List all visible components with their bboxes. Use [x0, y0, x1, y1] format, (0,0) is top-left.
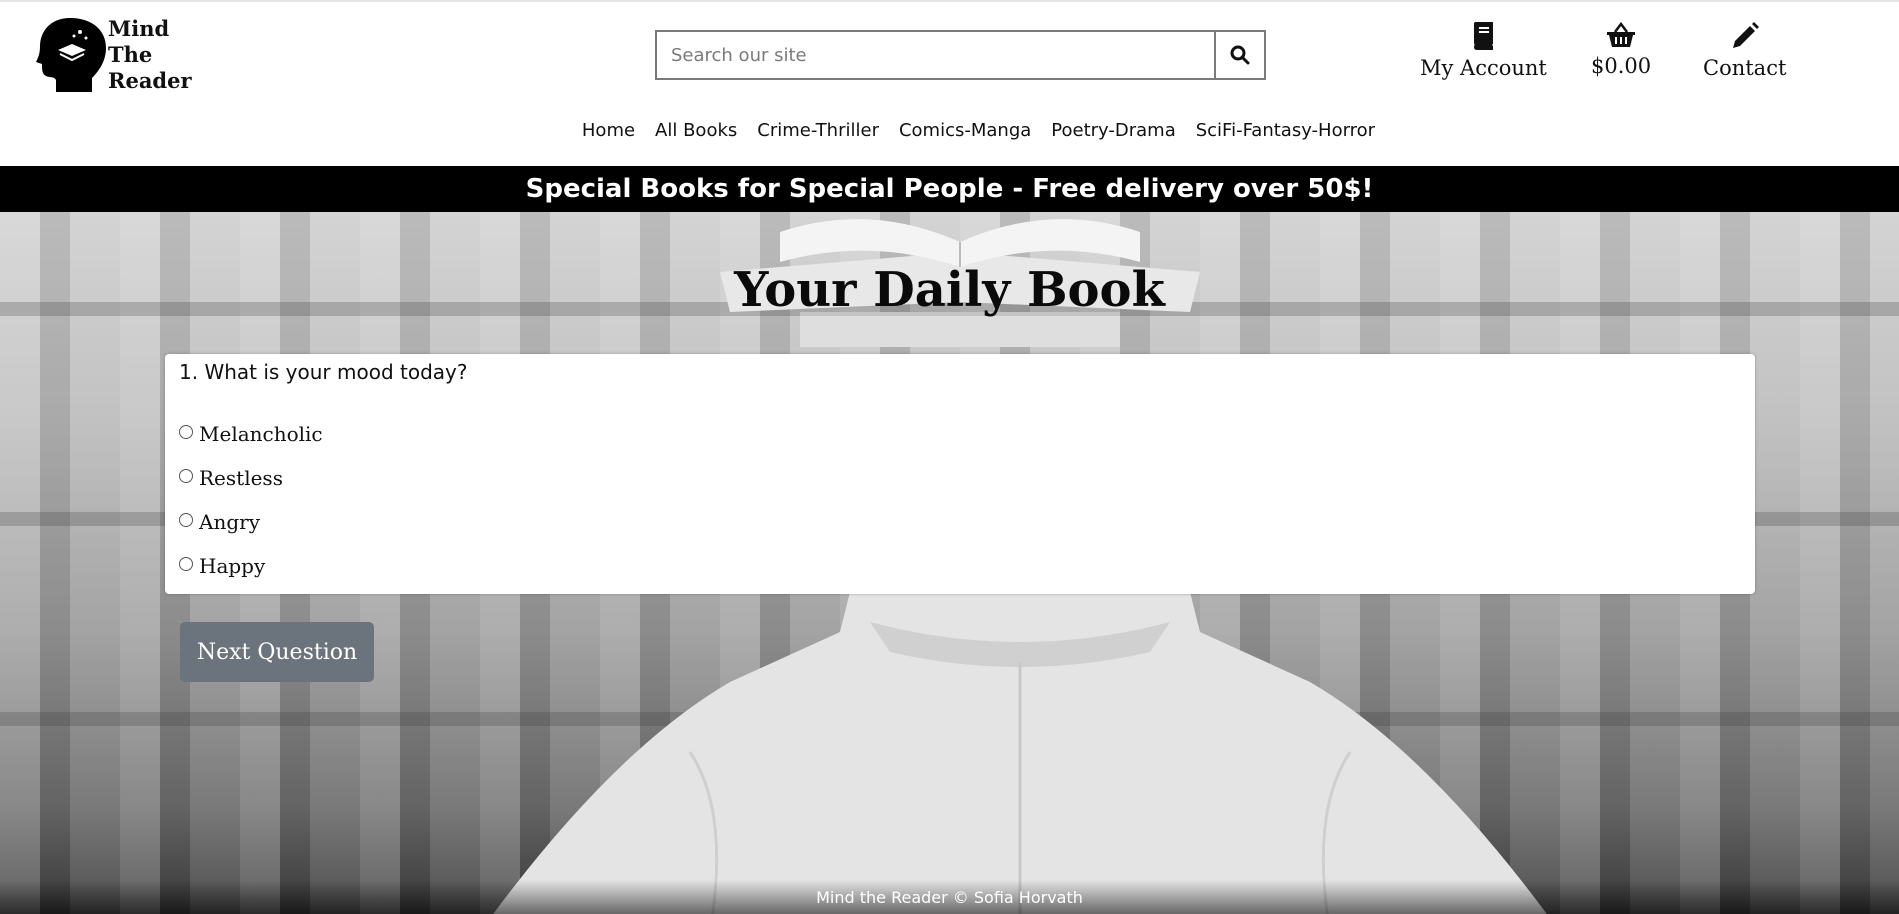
search-input[interactable] [655, 30, 1214, 80]
quiz-card: 1. What is your mood today? Melancholic … [165, 354, 1755, 594]
mood-option-restless[interactable]: Restless [179, 456, 1741, 500]
my-account-label: My Account [1420, 56, 1547, 80]
mood-options: Melancholic Restless Angry Happy [179, 412, 1741, 588]
hero-section: Your Daily Book 1. What is your mood tod… [0, 212, 1899, 914]
radio-button[interactable] [179, 469, 193, 483]
next-question-button[interactable]: Next Question [180, 622, 374, 682]
site-footer: Mind the Reader © Sofia Horvath [0, 880, 1899, 914]
nav-item-poetry-drama[interactable]: Poetry-Drama [1051, 120, 1175, 141]
search-button[interactable] [1214, 30, 1266, 80]
site-header: Mind The Reader My Account [0, 2, 1899, 166]
option-label: Melancholic [199, 422, 323, 446]
search-icon [1230, 45, 1250, 65]
quiz-question: 1. What is your mood today? [179, 360, 468, 384]
nav-item-all-books[interactable]: All Books [655, 120, 737, 141]
mood-option-angry[interactable]: Angry [179, 500, 1741, 544]
basket-icon [1607, 22, 1636, 47]
footer-text: Mind the Reader © Sofia Horvath [816, 887, 1083, 907]
pencil-icon [1732, 22, 1759, 48]
radio-button[interactable] [179, 513, 193, 527]
main-nav: Home All Books Crime-Thriller Comics-Man… [0, 120, 1899, 141]
logo-line-2: The [108, 42, 153, 67]
book-icon [1474, 22, 1494, 50]
basket-link[interactable]: $0.00 [1591, 22, 1651, 78]
nav-item-home[interactable]: Home [582, 120, 635, 141]
basket-total: $0.00 [1591, 54, 1652, 78]
logo-line-3: Reader [108, 68, 192, 93]
option-label: Happy [199, 554, 266, 578]
contact-label: Contact [1703, 56, 1787, 80]
search-form [655, 30, 1266, 80]
option-label: Restless [199, 466, 283, 490]
contact-link[interactable]: Contact [1703, 22, 1786, 80]
nav-item-scifi-fantasy-horror[interactable]: SciFi-Fantasy-Horror [1196, 120, 1375, 141]
radio-button[interactable] [179, 425, 193, 439]
radio-button[interactable] [179, 557, 193, 571]
promo-banner: Special Books for Special People - Free … [0, 166, 1899, 212]
logo-text: Mind The Reader [108, 16, 192, 94]
my-account-link[interactable]: My Account [1420, 22, 1547, 80]
page-title: Your Daily Book [734, 262, 1165, 318]
mood-option-happy[interactable]: Happy [179, 544, 1741, 588]
promo-banner-text: Special Books for Special People - Free … [525, 174, 1374, 204]
head-book-logo-icon [36, 18, 106, 92]
nav-item-comics-manga[interactable]: Comics-Manga [899, 120, 1031, 141]
logo-line-1: Mind [108, 16, 170, 41]
nav-item-crime-thriller[interactable]: Crime-Thriller [757, 120, 879, 141]
person-shirt-image [493, 592, 1547, 914]
mood-option-melancholic[interactable]: Melancholic [179, 412, 1741, 456]
option-label: Angry [199, 510, 260, 534]
site-logo[interactable]: Mind The Reader [36, 16, 192, 94]
